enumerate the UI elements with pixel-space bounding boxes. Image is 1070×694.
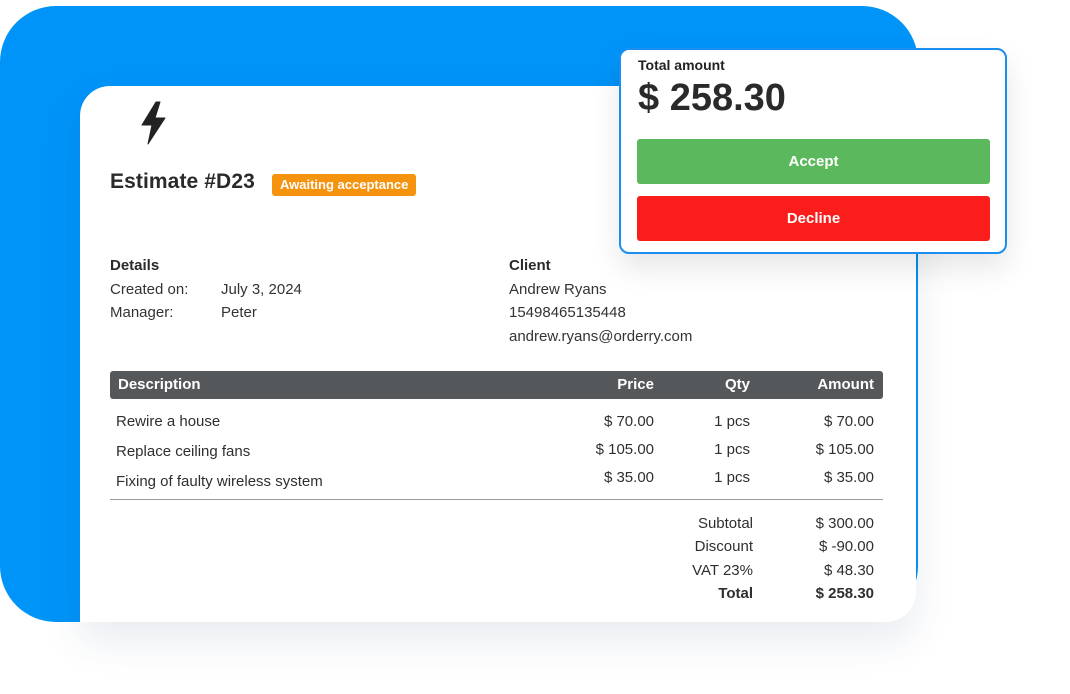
row-price: $ 35.00 — [603, 469, 654, 486]
total-value: $ 258.30 — [815, 585, 874, 602]
total-amount-card: Total amount $ 258.30 Accept Decline — [619, 48, 1007, 254]
vat-value: $ 48.30 — [823, 562, 874, 579]
subtotal-value: $ 300.00 — [815, 515, 874, 532]
header-price: Price — [617, 376, 654, 393]
row-qty: 1 pcs — [714, 469, 750, 486]
row-amount: $ 70.00 — [823, 413, 874, 430]
row-amount: $ 105.00 — [815, 441, 874, 458]
stage: Estimate #D23 Awaiting acceptance Detail… — [0, 0, 1070, 694]
accept-button[interactable]: Accept — [637, 139, 990, 184]
vat-label: VAT 23% — [692, 562, 753, 579]
total-amount-value: $ 258.30 — [638, 77, 786, 119]
discount-value: $ -90.00 — [818, 538, 874, 555]
header-qty: Qty — [724, 376, 750, 393]
table-divider — [110, 499, 883, 500]
client-name: Andrew Ryans — [509, 281, 607, 298]
created-on-value: July 3, 2024 — [221, 281, 302, 298]
subtotal-label: Subtotal — [697, 515, 753, 532]
estimate-title: Estimate #D23 — [110, 170, 255, 193]
lightning-bolt-icon — [138, 101, 168, 145]
row-qty: 1 pcs — [714, 413, 750, 430]
client-email: andrew.ryans@orderry.com — [509, 328, 693, 345]
row-price: $ 105.00 — [595, 441, 654, 458]
total-label: Total — [718, 585, 753, 602]
client-heading: Client — [509, 257, 551, 274]
row-price: $ 70.00 — [603, 413, 654, 430]
discount-label: Discount — [694, 538, 753, 555]
row-qty: 1 pcs — [714, 441, 750, 458]
client-phone: 15498465135448 — [509, 304, 626, 321]
header-amount: Amount — [817, 376, 874, 393]
header-description: Description — [118, 376, 201, 393]
items-table-header: Description Price Qty Amount — [110, 371, 883, 399]
details-heading: Details — [110, 257, 160, 274]
created-on-label: Created on: — [110, 281, 189, 298]
manager-value: Peter — [221, 304, 257, 321]
decline-button[interactable]: Decline — [637, 196, 990, 241]
row-amount: $ 35.00 — [823, 469, 874, 486]
total-amount-label: Total amount — [638, 57, 725, 73]
status-badge: Awaiting acceptance — [272, 174, 417, 196]
row-description: Rewire a house — [116, 413, 221, 430]
manager-label: Manager: — [110, 304, 174, 321]
row-description: Replace ceiling fans — [116, 443, 251, 460]
row-description: Fixing of faulty wireless system — [116, 473, 323, 490]
